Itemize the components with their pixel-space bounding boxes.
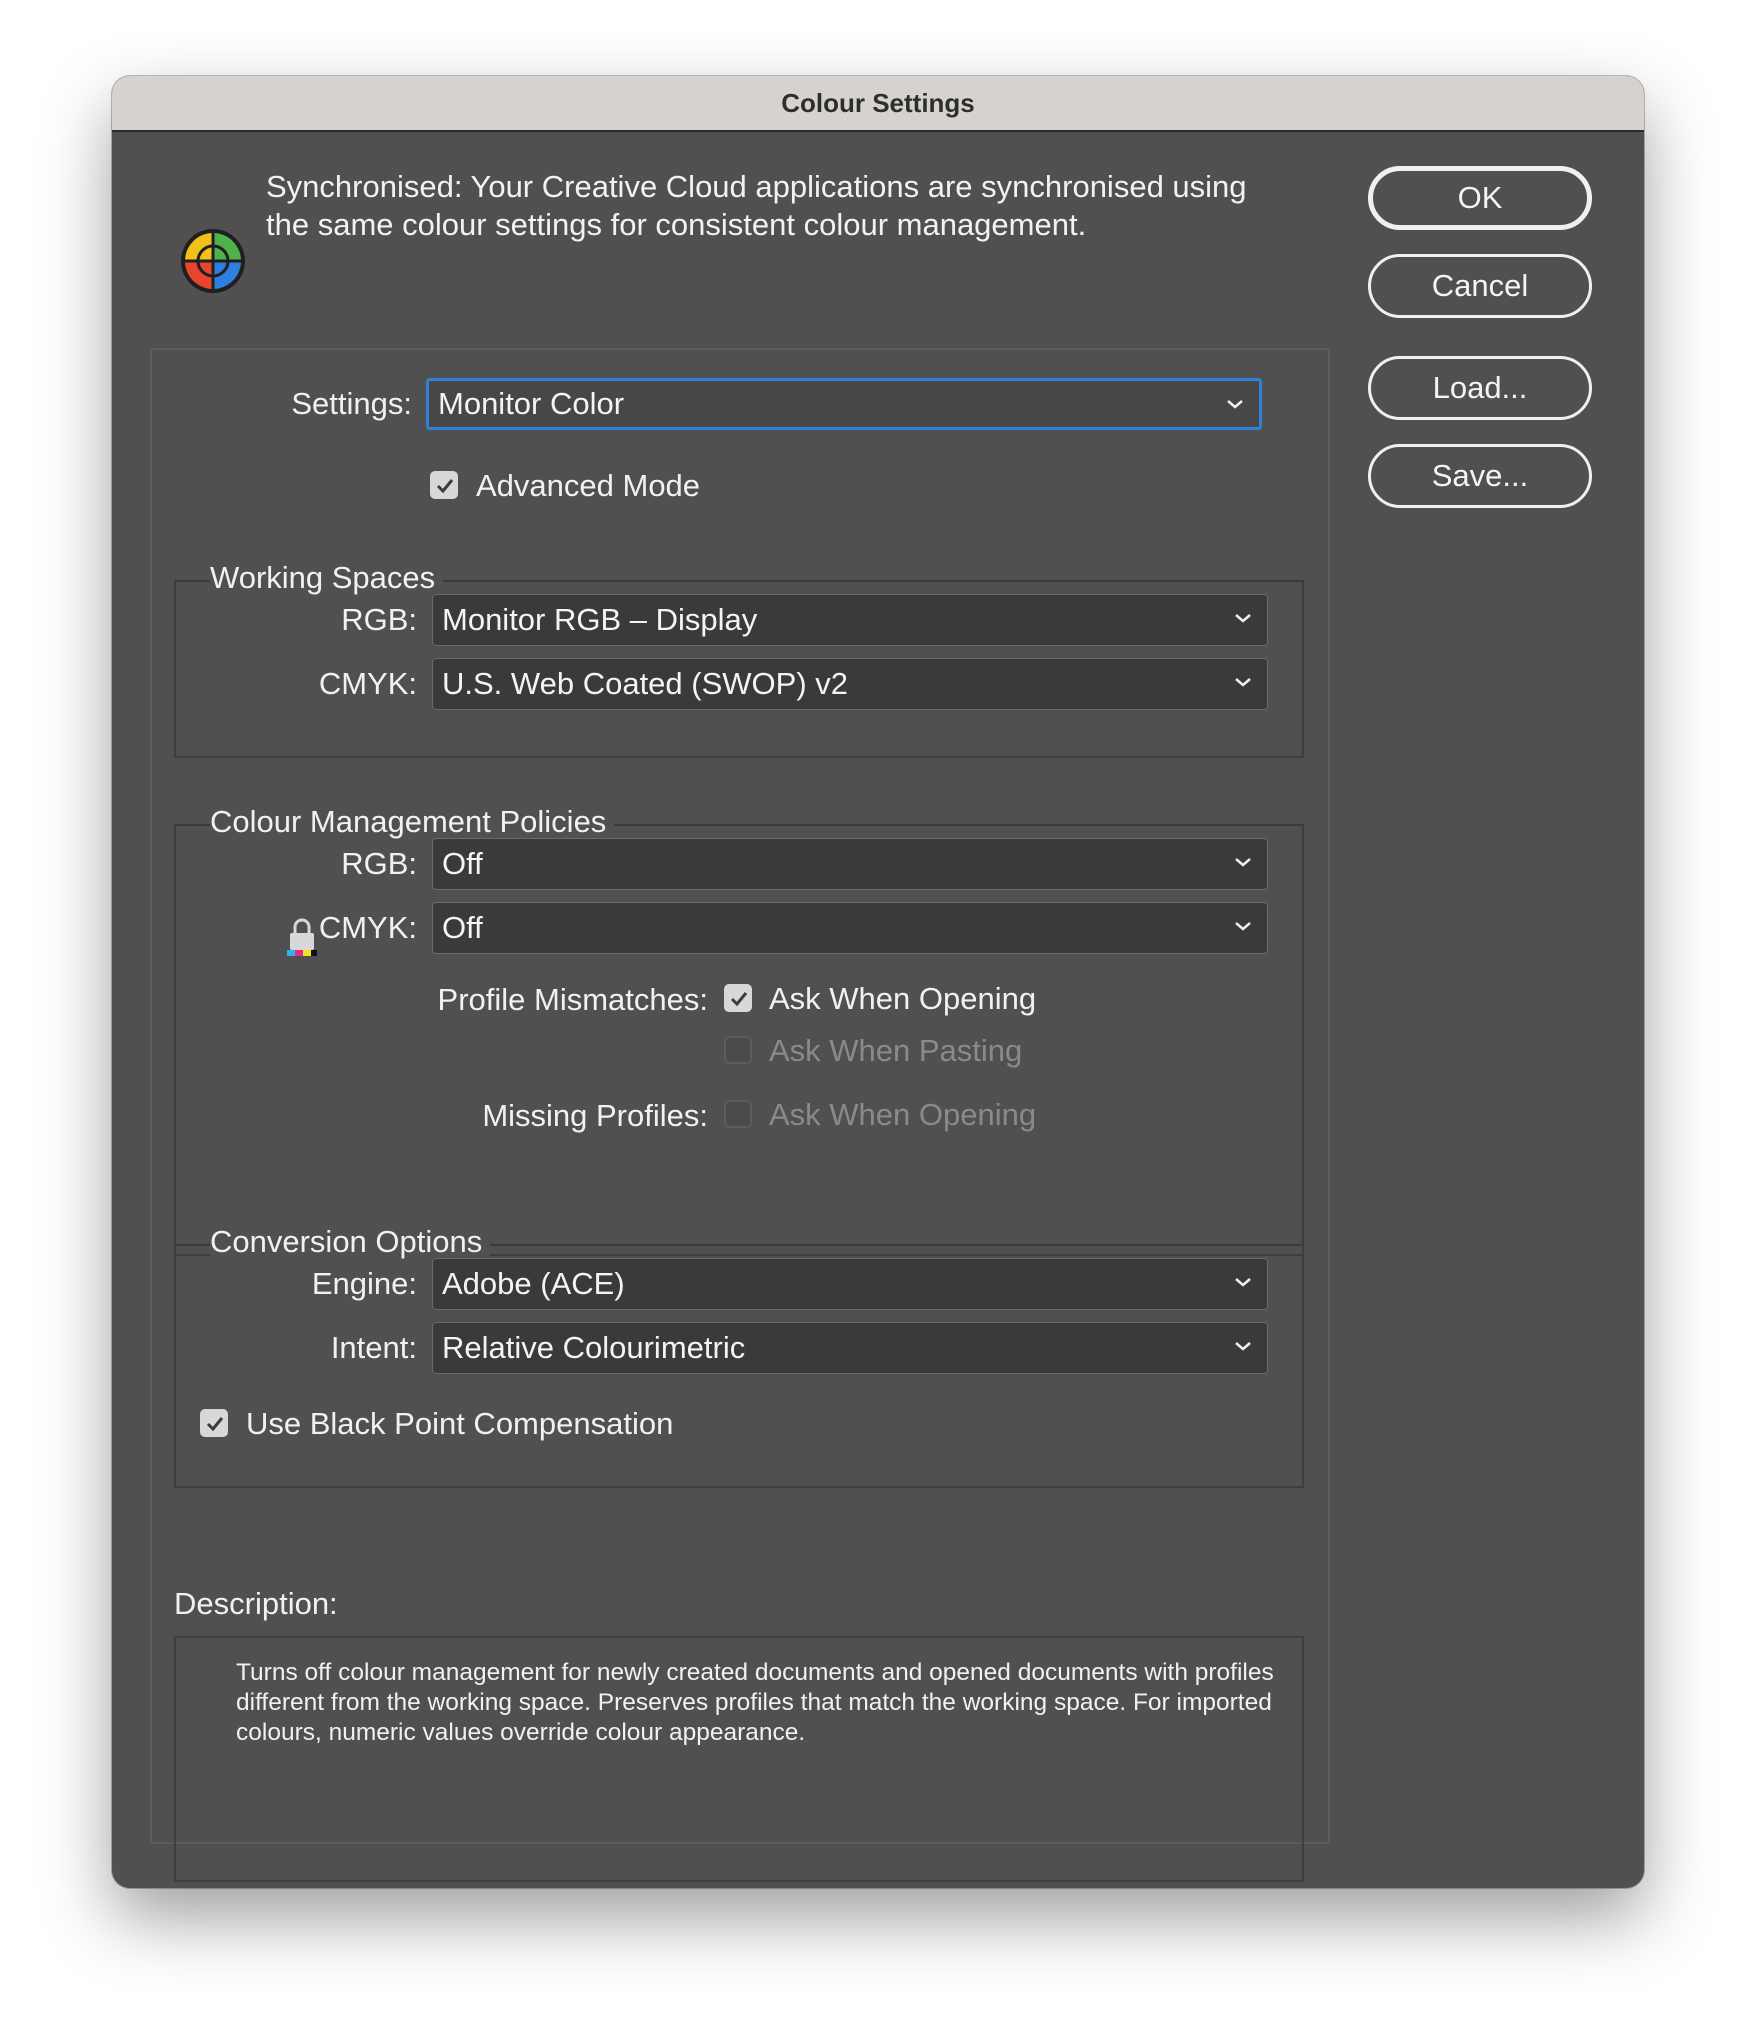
checkmark-icon (436, 479, 454, 494)
mismatch-ask-opening-label: Ask When Opening (769, 981, 1037, 1016)
chevron-down-icon (1235, 1342, 1251, 1351)
policies-title: Colour Management Policies (210, 804, 615, 840)
mismatch-ask-pasting-label: Ask When Pasting (769, 1033, 1023, 1068)
chevron-down-icon (1235, 1278, 1251, 1287)
chevron-down-icon (1227, 400, 1243, 409)
policy-rgb-label: RGB: (341, 846, 417, 881)
cancel-button[interactable]: Cancel (1368, 254, 1592, 318)
save-button[interactable]: Save... (1368, 444, 1592, 508)
intent-label: Intent: (330, 1330, 417, 1365)
description-text: Turns off colour management for newly cr… (236, 1659, 1274, 1746)
settings-label: Settings: (291, 386, 412, 421)
black-point-label: Use Black Point Compensation (246, 1406, 674, 1441)
colour-settings-dialog: Colour Settings Synchronised: Your Creat… (112, 76, 1644, 1888)
chevron-down-icon (1235, 614, 1251, 623)
policy-rgb-select[interactable]: Off (432, 838, 1268, 890)
advanced-mode-label: Advanced Mode (476, 468, 701, 503)
description-label: Description: (174, 1586, 338, 1621)
ws-rgb-select-value: Monitor RGB – Display (442, 602, 758, 637)
chevron-down-icon (1235, 922, 1251, 931)
missing-ask-opening-checkbox[interactable] (724, 1100, 752, 1128)
description-box: Turns off colour management for newly cr… (174, 1636, 1304, 1882)
black-point-checkbox[interactable] (200, 1409, 228, 1437)
ws-cmyk-label: CMYK: (318, 666, 417, 701)
chevron-down-icon (1235, 858, 1251, 867)
engine-select[interactable]: Adobe (ACE) (432, 1258, 1268, 1310)
missing-ask-opening-label: Ask When Opening (769, 1097, 1037, 1132)
load-button[interactable]: Load... (1368, 356, 1592, 420)
policy-cmyk-select[interactable]: Off (432, 902, 1268, 954)
settings-select-value: Monitor Color (438, 386, 625, 421)
profile-mismatches-label: Profile Mismatches: (437, 982, 708, 1017)
missing-profiles-label: Missing Profiles: (482, 1098, 708, 1133)
chevron-down-icon (1235, 678, 1251, 687)
dialog-title: Colour Settings (112, 76, 1644, 132)
policy-cmyk-label: CMYK: (318, 910, 417, 945)
checkmark-icon (206, 1417, 224, 1432)
ws-cmyk-select-value: U.S. Web Coated (SWOP) v2 (442, 666, 848, 701)
sync-status-text: Synchronised: Your Creative Cloud applic… (266, 169, 1247, 242)
advanced-mode-checkbox[interactable] (430, 471, 458, 499)
mismatch-ask-opening-checkbox[interactable] (724, 984, 752, 1012)
working-spaces-title: Working Spaces (210, 560, 444, 596)
mismatch-ask-pasting-checkbox[interactable] (724, 1036, 752, 1064)
ws-rgb-label: RGB: (341, 602, 417, 637)
color-sync-icon (181, 229, 245, 293)
ws-cmyk-select[interactable]: U.S. Web Coated (SWOP) v2 (432, 658, 1268, 710)
settings-select[interactable]: Monitor Color (426, 378, 1262, 430)
engine-select-value: Adobe (ACE) (442, 1266, 625, 1301)
engine-label: Engine: (311, 1266, 417, 1301)
policy-cmyk-select-value: Off (442, 910, 483, 945)
policy-rgb-select-value: Off (442, 846, 483, 881)
ws-rgb-select[interactable]: Monitor RGB – Display (432, 594, 1268, 646)
intent-select[interactable]: Relative Colourimetric (432, 1322, 1268, 1374)
checkmark-icon (730, 992, 748, 1007)
conversion-title: Conversion Options (210, 1224, 491, 1260)
intent-select-value: Relative Colourimetric (442, 1330, 746, 1365)
ok-button[interactable]: OK (1368, 166, 1592, 230)
